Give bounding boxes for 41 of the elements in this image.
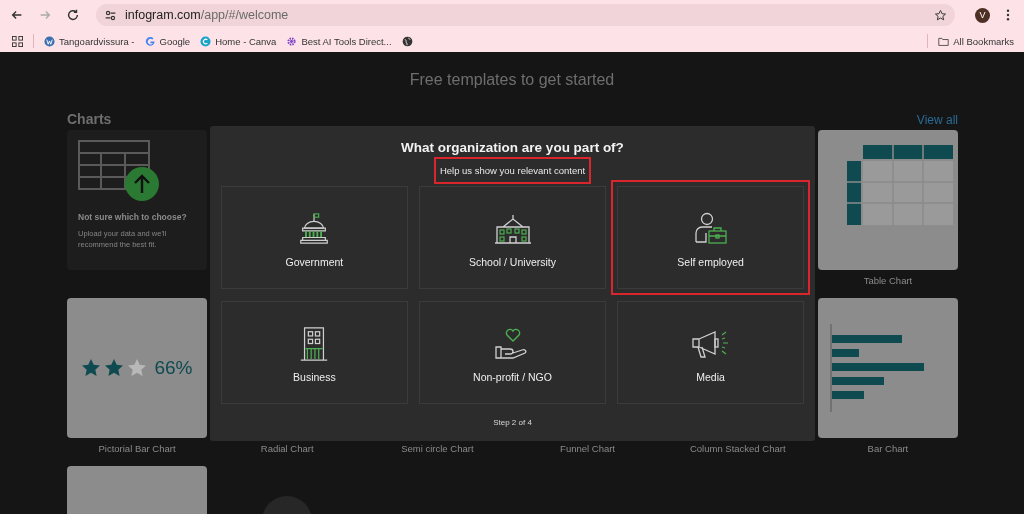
chart-label: Pictorial Bar Chart — [98, 443, 176, 454]
back-icon[interactable] — [10, 8, 24, 22]
site-settings-icon[interactable] — [104, 8, 117, 22]
table-chart-card[interactable] — [817, 130, 958, 270]
folder-icon — [938, 35, 950, 47]
bar-chart-card[interactable] — [817, 298, 958, 438]
all-bookmarks-button[interactable]: All Bookmarks — [938, 35, 1014, 47]
chart-label: Funnel Chart — [560, 443, 615, 454]
table-upload-icon — [78, 140, 160, 202]
profile-avatar[interactable]: V — [975, 7, 990, 23]
wordpress-icon — [44, 35, 55, 47]
chart-label: Bar Chart — [867, 443, 909, 454]
gear-icon — [286, 35, 298, 47]
bookmark-item[interactable]: Home - Canva — [200, 35, 277, 47]
star-icon — [81, 358, 102, 378]
page-heading: Free templates to get started — [408, 70, 616, 90]
section-title: Charts — [67, 111, 112, 127]
percentage-value: 66% — [154, 357, 193, 379]
bookmark-item[interactable]: Best AI Tools Direct... — [286, 35, 392, 47]
school-building-icon — [492, 212, 533, 246]
dialog-title: What organization are you part of? — [401, 140, 624, 155]
google-icon — [144, 35, 156, 47]
globe-icon[interactable] — [401, 35, 413, 47]
bookmark-item[interactable]: Google — [144, 35, 191, 47]
chart-label: Table Chart — [863, 275, 913, 286]
bookmark-item[interactable]: Tangoardvissura - — [44, 35, 135, 47]
canva-icon — [200, 35, 212, 47]
chart-label: Column Stacked Chart — [689, 443, 786, 454]
reload-icon[interactable] — [66, 8, 80, 22]
bookmark-star-icon[interactable] — [934, 8, 947, 22]
chart-label: Semi circle Chart — [401, 443, 474, 454]
star-icon — [104, 358, 125, 378]
apps-grid-icon[interactable] — [12, 35, 23, 47]
step-indicator: Step 2 of 4 — [493, 418, 532, 427]
card-title: Not sure which to choose? — [78, 212, 188, 222]
star-icon — [127, 358, 148, 378]
dialog-subtitle: Help us show you relevant content — [433, 157, 592, 184]
menu-icon[interactable] — [1006, 9, 1010, 21]
organization-option[interactable]: Self employed — [610, 180, 811, 295]
chart-label: Radial Chart — [260, 443, 314, 454]
address-field[interactable]: infogram.com/app/#/welcome — [96, 4, 955, 26]
